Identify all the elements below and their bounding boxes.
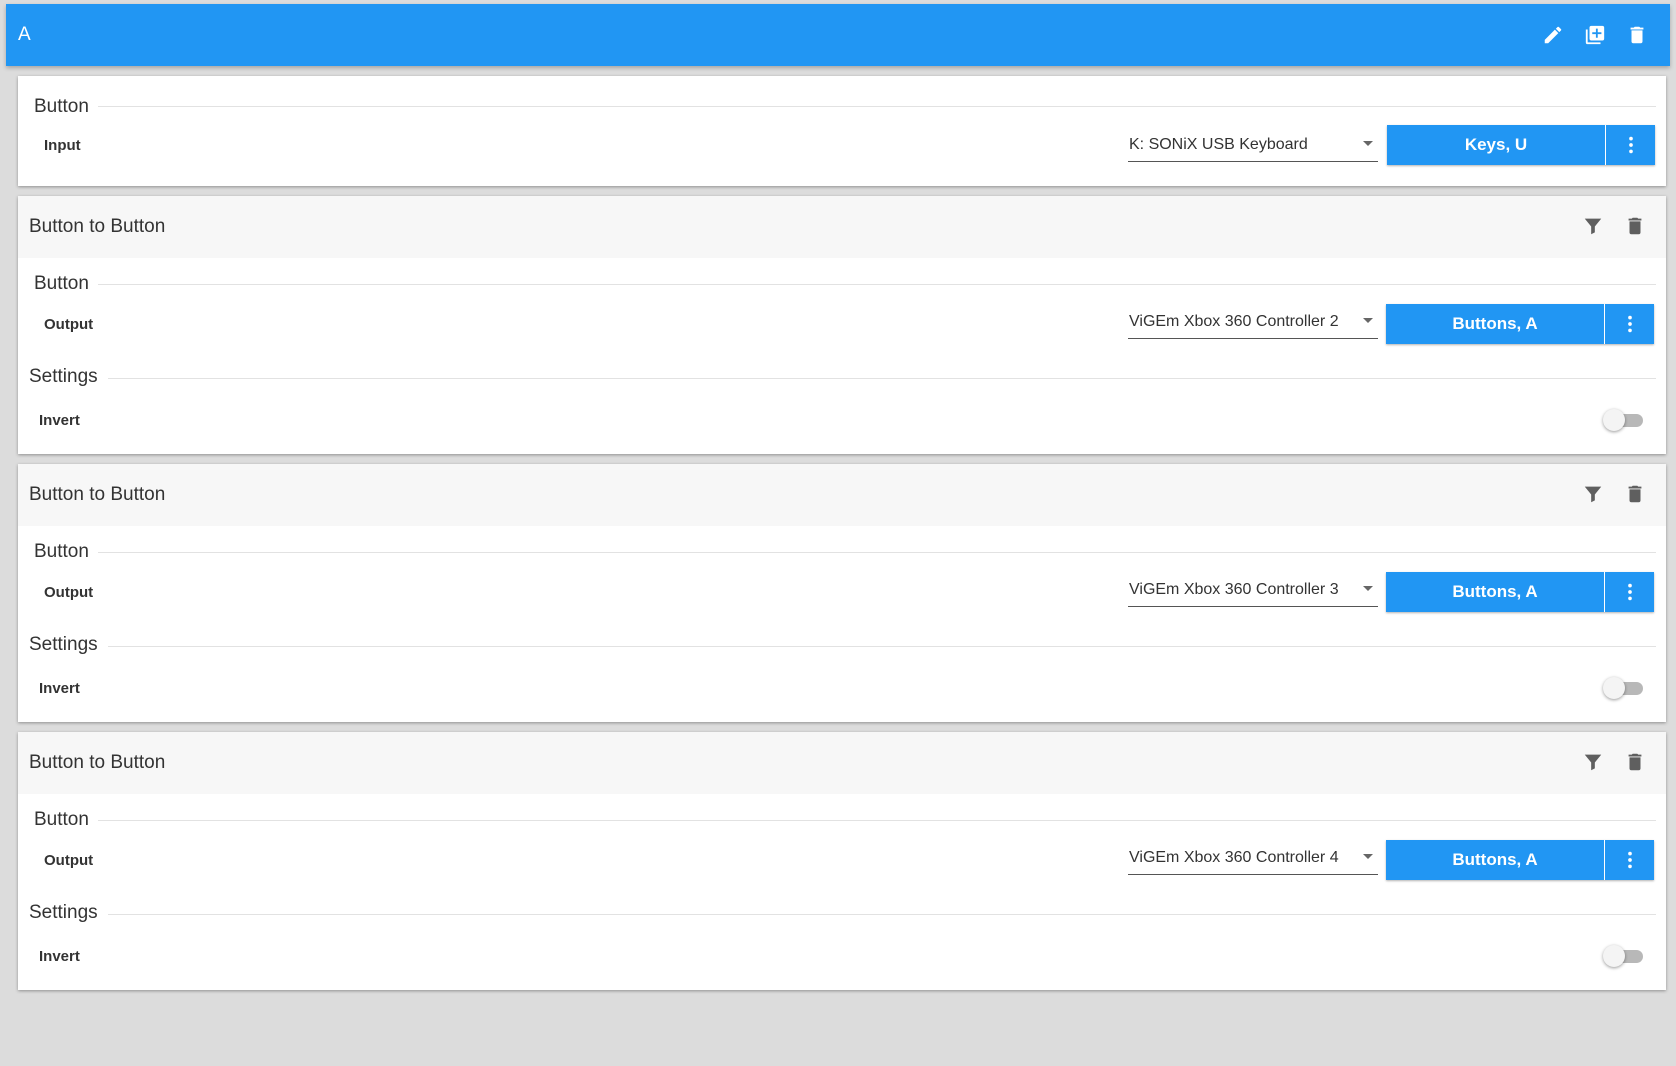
output-device-value: ViGEm Xbox 360 Controller 4 — [1129, 849, 1339, 866]
plugin-card: Button to Button Button Output ViGEm Xbo… — [18, 196, 1666, 454]
row-label-output: Output — [44, 316, 94, 333]
section-divider — [98, 552, 1656, 553]
output-binding-menu-button[interactable] — [1605, 304, 1654, 344]
trash-icon[interactable] — [1626, 24, 1648, 46]
input-binding-menu-button[interactable] — [1606, 125, 1655, 165]
trash-icon[interactable] — [1624, 751, 1646, 773]
section-label-button: Button — [34, 809, 89, 830]
filter-icon[interactable] — [1582, 215, 1604, 237]
section-label-settings: Settings — [29, 366, 98, 387]
output-device-select[interactable]: ViGEm Xbox 360 Controller 3 — [1128, 572, 1378, 607]
section-label-button: Button — [34, 541, 89, 562]
trash-icon[interactable] — [1624, 483, 1646, 505]
trash-icon[interactable] — [1624, 215, 1646, 237]
header-actions — [1542, 24, 1648, 46]
output-binding-menu-button[interactable] — [1605, 572, 1654, 612]
output-device-value: ViGEm Xbox 360 Controller 2 — [1129, 313, 1339, 330]
more-vert-icon — [1628, 136, 1633, 154]
row-label-output: Output — [44, 852, 94, 869]
plugin-card-header: Button to Button — [18, 732, 1666, 794]
chevron-down-icon — [1363, 854, 1373, 859]
section-label-settings: Settings — [29, 902, 98, 923]
input-binding-group: Keys, U — [1387, 125, 1655, 165]
chevron-down-icon — [1363, 141, 1373, 146]
mapping-header: A — [6, 4, 1670, 66]
input-card: Button Input K: SONiX USB Keyboard Keys,… — [18, 76, 1666, 186]
output-binding-group: Buttons, A — [1386, 572, 1654, 612]
section-divider — [108, 914, 1656, 915]
row-label-input: Input — [44, 137, 81, 154]
row-label-invert: Invert — [39, 412, 80, 429]
filter-icon[interactable] — [1582, 483, 1604, 505]
plugin-card-header: Button to Button — [18, 196, 1666, 258]
input-binding-button[interactable]: Keys, U — [1387, 125, 1605, 165]
section-label-button: Button — [34, 273, 89, 294]
input-device-value: K: SONiX USB Keyboard — [1129, 136, 1308, 153]
pencil-icon[interactable] — [1542, 24, 1564, 46]
plugin-card: Button to Button Button Output ViGEm Xbo… — [18, 464, 1666, 722]
invert-toggle[interactable] — [1603, 677, 1643, 699]
plugin-actions — [1582, 751, 1646, 773]
row-label-output: Output — [44, 584, 94, 601]
section-label-button: Button — [34, 96, 89, 117]
more-vert-icon — [1627, 851, 1632, 869]
plugin-title: Button to Button — [29, 216, 166, 237]
input-device-select[interactable]: K: SONiX USB Keyboard — [1128, 127, 1378, 162]
more-vert-icon — [1627, 315, 1632, 333]
section-divider — [98, 106, 1656, 107]
output-binding-group: Buttons, A — [1386, 840, 1654, 880]
plugin-actions — [1582, 483, 1646, 505]
output-binding-menu-button[interactable] — [1605, 840, 1654, 880]
output-device-select[interactable]: ViGEm Xbox 360 Controller 2 — [1128, 304, 1378, 339]
plugin-title: Button to Button — [29, 484, 166, 505]
add-box-icon[interactable] — [1584, 24, 1606, 46]
output-binding-button[interactable]: Buttons, A — [1386, 840, 1604, 880]
invert-toggle[interactable] — [1603, 409, 1643, 431]
output-device-value: ViGEm Xbox 360 Controller 3 — [1129, 581, 1339, 598]
section-divider — [108, 378, 1656, 379]
plugin-actions — [1582, 215, 1646, 237]
filter-icon[interactable] — [1582, 751, 1604, 773]
plugin-title: Button to Button — [29, 752, 166, 773]
section-divider — [98, 284, 1656, 285]
invert-toggle[interactable] — [1603, 945, 1643, 967]
row-label-invert: Invert — [39, 680, 80, 697]
mapping-panel: A Button Input K: SONiX USB Keyboard Key… — [6, 4, 1670, 1062]
output-device-select[interactable]: ViGEm Xbox 360 Controller 4 — [1128, 840, 1378, 875]
section-divider — [108, 646, 1656, 647]
toggle-thumb — [1603, 677, 1625, 699]
output-binding-button[interactable]: Buttons, A — [1386, 572, 1604, 612]
row-label-invert: Invert — [39, 948, 80, 965]
toggle-thumb — [1603, 409, 1625, 431]
chevron-down-icon — [1363, 318, 1373, 323]
plugin-card-header: Button to Button — [18, 464, 1666, 526]
chevron-down-icon — [1363, 586, 1373, 591]
output-binding-group: Buttons, A — [1386, 304, 1654, 344]
section-divider — [98, 820, 1656, 821]
plugin-card: Button to Button Button Output ViGEm Xbo… — [18, 732, 1666, 990]
mapping-title: A — [18, 24, 31, 45]
more-vert-icon — [1627, 583, 1632, 601]
toggle-thumb — [1603, 945, 1625, 967]
output-binding-button[interactable]: Buttons, A — [1386, 304, 1604, 344]
section-label-settings: Settings — [29, 634, 98, 655]
